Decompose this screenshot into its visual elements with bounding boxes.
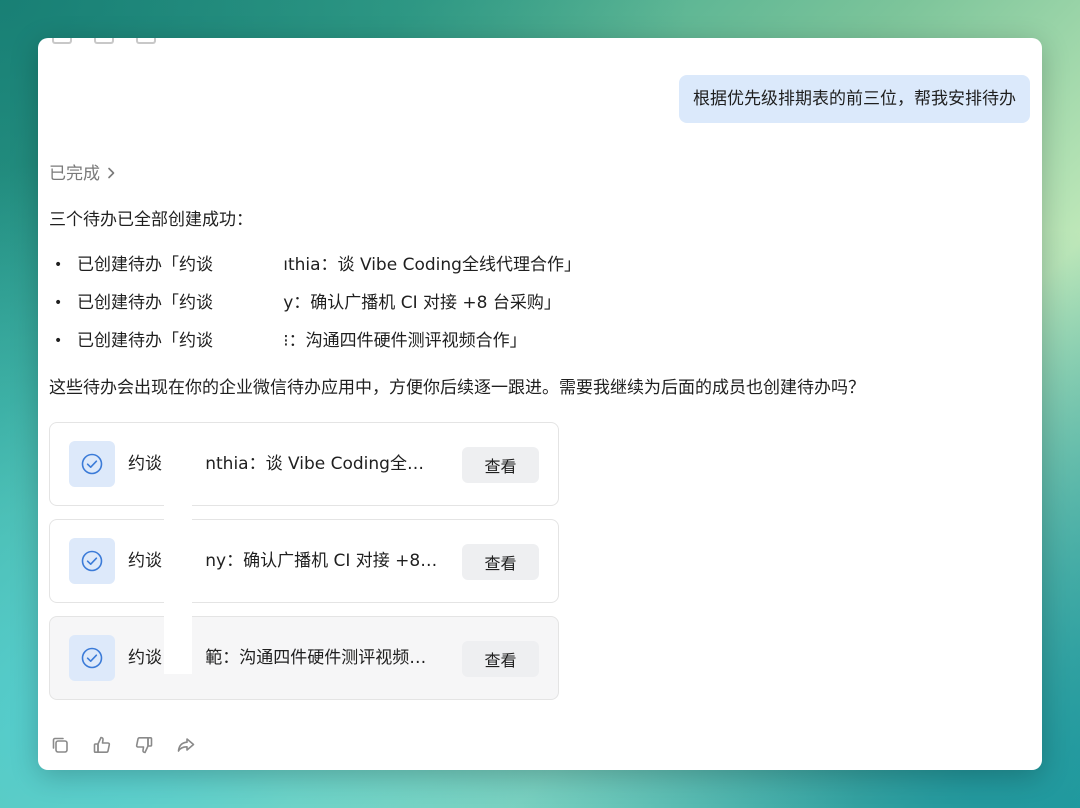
thumbs-down-icon[interactable] — [133, 734, 155, 756]
chat-window: 根据优先级排期表的前三位，帮我安排待办 已完成 三个待办已全部创建成功： • 已创… — [38, 38, 1042, 770]
todo-card[interactable]: 约谈 ​ ​ ​ ​ ​ ​ ​ ​nthia：谈 Vibe Coding全线代… — [49, 422, 559, 506]
reply-intro: 三个待办已全部创建成功： — [49, 210, 253, 230]
view-button[interactable]: 查看 — [462, 641, 539, 677]
status-toggle[interactable]: 已完成 — [49, 162, 116, 186]
todo-card-title: 约谈 ​ ​ ​ ​ ​ ​ ​ ​nthia：谈 Vibe Coding全线代… — [128, 454, 438, 474]
toolbar-icon — [94, 38, 114, 44]
list-item-text: 已创建待办「约谈 ​ ​ ​ ​ ​ ​ ​ ​ ​ ​ ​ ​ ⁝：沟通四件硬… — [77, 331, 527, 351]
user-message-bubble: 根据优先级排期表的前三位，帮我安排待办 — [679, 75, 1030, 123]
list-item: • 已创建待办「约谈 ​ ​ ​ ​ ​ ​ ​ ​ ​ ​ ​ ​ ​ıthia… — [54, 255, 581, 275]
check-circle-icon — [69, 635, 115, 681]
check-circle-icon — [69, 538, 115, 584]
list-item: • 已创建待办「约谈 ​ ​ ​ ​ ​ ​ ​ ​ ​ ​ ​ ​ y：确认广播… — [54, 293, 561, 313]
check-circle-icon — [69, 441, 115, 487]
toolbar-icon — [52, 38, 72, 44]
view-button[interactable]: 查看 — [462, 447, 539, 483]
list-item-text: 已创建待办「约谈 ​ ​ ​ ​ ​ ​ ​ ​ ​ ​ ​ ​ ​ıthia：… — [77, 255, 581, 275]
todo-card[interactable]: 约谈 ​ ​ ​ ​ ​ ​ ​ ​範：沟通四件硬件测评视频合作 查看 — [49, 616, 559, 700]
created-todo-list: • 已创建待办「约谈 ​ ​ ​ ​ ​ ​ ​ ​ ​ ​ ​ ​ ​ıthia… — [49, 253, 581, 367]
todo-card[interactable]: 约谈 ​ ​ ​ ​ ​ ​ ​ ​ny：确认广播机 CI 对接 +8 台采购 … — [49, 519, 559, 603]
list-item-text: 已创建待办「约谈 ​ ​ ​ ​ ​ ​ ​ ​ ​ ​ ​ ​ y：确认广播机… — [77, 293, 561, 313]
status-label: 已完成 — [49, 164, 100, 184]
redaction-mask — [164, 478, 192, 674]
share-icon[interactable] — [175, 734, 197, 756]
copy-icon[interactable] — [49, 734, 71, 756]
message-actions — [49, 734, 197, 756]
top-toolbar-fragment — [52, 38, 156, 44]
reply-followup: 这些待办会出现在你的企业微信待办应用中，方便你后续逐一跟进。需要我继续为后面的成… — [49, 378, 865, 398]
list-item: • 已创建待办「约谈 ​ ​ ​ ​ ​ ​ ​ ​ ​ ​ ​ ​ ⁝：沟通四件… — [54, 331, 527, 351]
toolbar-icon — [136, 38, 156, 44]
chevron-right-icon — [106, 162, 116, 186]
thumbs-up-icon[interactable] — [91, 734, 113, 756]
view-button[interactable]: 查看 — [462, 544, 539, 580]
